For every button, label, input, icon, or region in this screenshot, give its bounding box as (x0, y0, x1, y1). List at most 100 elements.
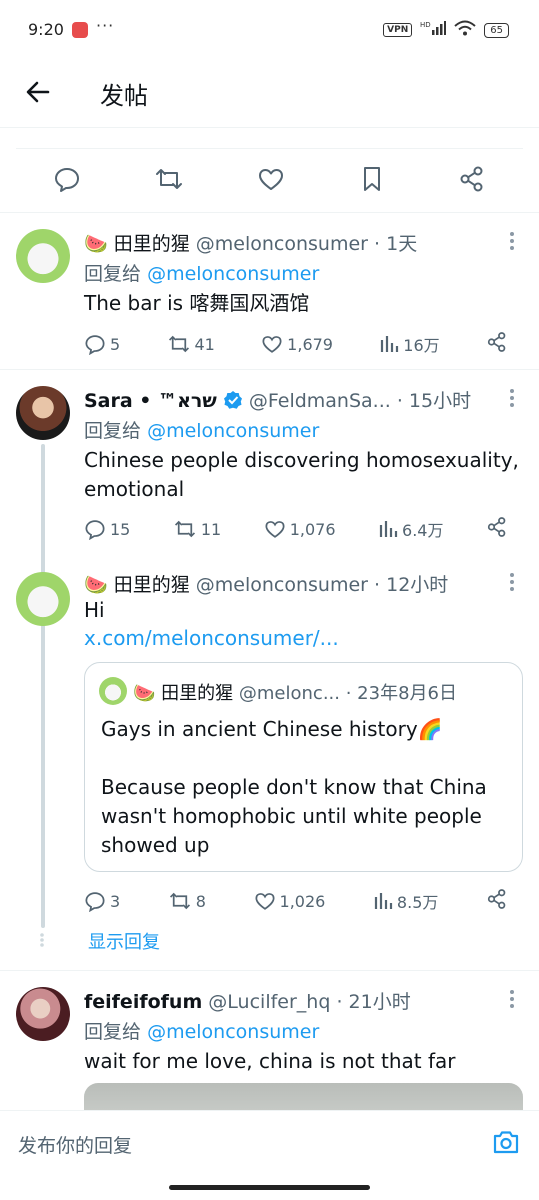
thread-dots-icon (39, 932, 45, 952)
retweet-count: 11 (200, 519, 222, 539)
watermelon-emoji: 🍉 (84, 233, 108, 255)
user-handle[interactable]: @Lucilfer_hq (208, 991, 330, 1013)
reply-handle-link[interactable]: @melonconsumer (147, 420, 319, 442)
reply-input-placeholder[interactable]: 发布你的回复 (18, 1131, 132, 1158)
quoted-handle: @melonc... (238, 683, 340, 704)
verified-badge-icon (223, 390, 243, 415)
more-options-icon[interactable] (509, 989, 515, 1013)
reply-count: 5 (110, 334, 121, 354)
reply-count: 15 (110, 519, 131, 539)
reply-tweet[interactable]: 🍉 田里的猩 @melonconsumer · 12小时 Hi x.com/me… (0, 556, 539, 968)
reply-composer[interactable]: 发布你的回复 (0, 1110, 539, 1172)
reply-tweet[interactable]: feifeifofum @Lucilfer_hq · 21小时 回复给 @mel… (0, 971, 539, 1111)
like-count: 1,026 (279, 891, 326, 911)
like-count: 1,679 (287, 334, 333, 354)
share-icon[interactable] (486, 888, 508, 914)
tweet-text: Chinese people discovering homosexuality… (84, 448, 519, 501)
tweet-link[interactable]: x.com/melonconsumer/... (84, 626, 339, 650)
like-count: 1,076 (289, 519, 336, 539)
quoted-display-name: 田里的猩 (161, 683, 234, 704)
wifi-icon (454, 20, 476, 40)
reply-handle-link[interactable]: @melonconsumer (147, 263, 319, 285)
status-time: 9:20 (28, 20, 64, 39)
tweet-stats: 5 41 1,679 16万 (84, 331, 508, 357)
like-stat[interactable]: 1,026 (254, 890, 326, 912)
user-handle[interactable]: @melonconsumer (196, 233, 368, 255)
post-action-row (16, 148, 523, 212)
retweet-count: 41 (194, 334, 215, 354)
reply-prefix: 回复给 (84, 1021, 142, 1043)
home-indicator (169, 1185, 370, 1190)
show-replies-link[interactable]: 显示回复 (88, 928, 160, 954)
app-notification-icon (72, 22, 88, 38)
back-arrow-icon[interactable] (22, 76, 54, 108)
avatar[interactable] (16, 229, 70, 283)
retweet-icon[interactable] (154, 165, 184, 197)
reply-to-line: 回复给 @melonconsumer (84, 416, 319, 443)
avatar[interactable] (16, 386, 70, 440)
signal-icon: HD (420, 20, 447, 40)
like-stat[interactable]: 1,679 (261, 333, 333, 355)
tweet-text: Hi (84, 598, 105, 622)
retweet-stat[interactable]: 8 (168, 890, 206, 912)
reply-to-line: 回复给 @melonconsumer (84, 259, 319, 286)
more-options-icon[interactable] (509, 388, 515, 412)
bookmark-icon[interactable] (359, 165, 385, 197)
display-name[interactable]: 田里的猩 (114, 233, 190, 255)
tweet-text: wait for me love, china is not that far (84, 1049, 456, 1073)
avatar[interactable] (16, 987, 70, 1041)
reply-to-line: 回复给 @melonconsumer (84, 1017, 319, 1044)
battery-indicator: 65 (484, 22, 509, 38)
display-name[interactable]: Sara • ™שרא (84, 390, 217, 412)
reply-stat[interactable]: 15 (84, 518, 130, 540)
view-count: 16万 (403, 336, 440, 355)
display-name[interactable]: 田里的猩 (114, 574, 190, 596)
like-stat[interactable]: 1,076 (264, 518, 336, 540)
more-notifications-icon: ··· (96, 16, 115, 35)
avatar[interactable] (16, 572, 70, 626)
tweet-header: 🍉 田里的猩 @melonconsumer · 12小时 (84, 570, 448, 597)
share-icon[interactable] (458, 165, 486, 197)
timestamp[interactable]: · 1天 (374, 233, 417, 255)
timestamp[interactable]: · 15小时 (397, 390, 471, 412)
watermelon-emoji: 🍉 (84, 574, 108, 596)
reply-stat[interactable]: 3 (84, 890, 120, 912)
reply-tweet[interactable]: Sara • ™שרא @FeldmanSa... · 15小时 回复给 @me… (0, 370, 539, 560)
reply-count: 3 (110, 891, 121, 911)
views-stat[interactable]: 6.4万 (378, 517, 443, 541)
retweet-stat[interactable]: 11 (173, 518, 221, 540)
more-options-icon[interactable] (509, 231, 515, 255)
more-options-icon[interactable] (509, 572, 515, 596)
signal-hd-label: HD (420, 21, 431, 29)
tweet-media-image[interactable] (84, 1083, 523, 1111)
retweet-stat[interactable]: 41 (167, 333, 215, 355)
reply-prefix: 回复给 (84, 263, 142, 285)
tweet-header: feifeifofum @Lucilfer_hq · 21小时 (84, 987, 411, 1014)
quoted-tweet[interactable]: 🍉 田里的猩 @melonc... · 23年8月6日 Gays in anci… (84, 662, 523, 872)
tweet-header: Sara • ™שרא @FeldmanSa... · 15小时 (84, 386, 471, 415)
timestamp[interactable]: · 21小时 (336, 991, 410, 1013)
camera-icon[interactable] (491, 1127, 521, 1157)
views-stat[interactable]: 8.5万 (373, 889, 438, 913)
share-icon[interactable] (486, 516, 508, 542)
user-handle[interactable]: @melonconsumer (196, 574, 368, 596)
tweet-stats: 15 11 1,076 6.4万 (84, 516, 508, 542)
share-icon[interactable] (486, 331, 508, 357)
retweet-count: 8 (195, 891, 206, 911)
watermelon-emoji: 🍉 (133, 683, 156, 704)
user-handle[interactable]: @FeldmanSa... (249, 390, 391, 412)
reply-handle-link[interactable]: @melonconsumer (147, 1021, 319, 1043)
quoted-text-line1: Gays in ancient Chinese history🌈 (101, 717, 443, 741)
vpn-badge: VPN (383, 23, 413, 37)
reply-stat[interactable]: 5 (84, 333, 120, 355)
timestamp[interactable]: · 12小时 (374, 574, 448, 596)
display-name[interactable]: feifeifofum (84, 991, 202, 1013)
reply-prefix: 回复给 (84, 420, 142, 442)
like-icon[interactable] (257, 165, 285, 197)
reply-tweet[interactable]: 🍉 田里的猩 @melonconsumer · 1天 回复给 @meloncon… (0, 213, 539, 369)
status-bar: 9:20 ··· VPN HD 65 (0, 0, 539, 62)
top-bar: 发帖 (0, 62, 539, 128)
reply-icon[interactable] (53, 165, 81, 197)
views-stat[interactable]: 16万 (379, 332, 440, 356)
quoted-text-line2: Because people don't know that China was… (101, 775, 487, 857)
